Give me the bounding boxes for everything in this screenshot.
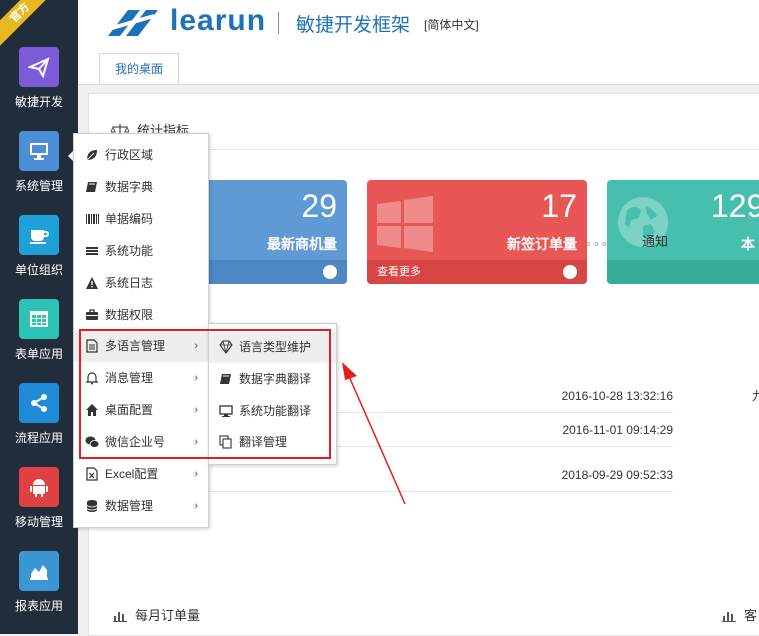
notice-title: 通知 — [642, 234, 669, 249]
logo-text: learun — [170, 4, 267, 37]
logo-divider — [278, 12, 279, 34]
database-icon — [86, 500, 98, 512]
menu-item-data-permission[interactable]: 数据权限 — [74, 300, 208, 331]
excel-icon — [86, 467, 98, 481]
paper-plane-icon — [19, 47, 59, 87]
list-trailing-text: 九 — [752, 389, 759, 403]
nav-item-agile-dev[interactable]: 敏捷开发 — [0, 47, 78, 110]
leaf-icon — [86, 150, 97, 161]
warning-icon — [86, 277, 98, 289]
menu-item-system-function[interactable]: 系统功能 — [74, 236, 208, 267]
official-badge: 官方 — [0, 0, 55, 48]
nav-label: 报表应用 — [14, 599, 63, 613]
tab-my-desktop[interactable]: 我的桌面 — [99, 53, 179, 84]
list-date: 2016-11-01 09:14:29 — [562, 423, 673, 437]
list-date: 2016-10-28 13:32:16 — [561, 389, 673, 403]
nav-item-organization[interactable]: 单位组织 — [0, 215, 78, 278]
menu-item-data-dictionary[interactable]: 数据字典 — [74, 172, 208, 203]
stat-label: 新签订单量 — [507, 236, 577, 252]
book-icon — [86, 182, 97, 192]
nav-item-workflow[interactable]: 流程应用 — [0, 383, 78, 446]
customer-section-title: 客 — [722, 605, 757, 624]
share-icon — [19, 383, 59, 423]
list-date: 2018-09-29 09:52:33 — [561, 468, 673, 482]
stat-card-orders: 17 新签订单量 查看更多 — [367, 180, 587, 284]
bar-chart-icon — [113, 612, 127, 622]
menu-item-region[interactable]: 行政区域 — [74, 140, 208, 171]
menu-item-label: 数据管理 — [105, 499, 154, 513]
nav-label: 单位组织 — [14, 263, 63, 277]
sidebar: 官方 敏捷开发 系统管理 单位组织 表单应用 流程应用 移动管理 报表应用 — [0, 0, 78, 634]
stat-footer[interactable]: 查看更多 — [367, 260, 587, 284]
chevron-right-icon: › — [194, 468, 198, 480]
menu-item-label: 系统功能 — [105, 244, 154, 258]
android-icon — [19, 467, 59, 507]
menu-item-label: Excel配置 — [105, 467, 159, 481]
stat-label: 本 — [741, 236, 755, 252]
stat-value: 29 — [301, 188, 337, 224]
header: learun 敏捷开发框架 [简体中文] — [78, 0, 759, 48]
arrow-circle-icon — [563, 265, 577, 279]
coffee-cup-icon — [19, 215, 59, 255]
stat-label: 最新商机量 — [267, 236, 337, 252]
view-more-link[interactable]: 查看更多 — [377, 266, 421, 278]
nav-label: 流程应用 — [14, 431, 63, 445]
customer-section-text: 客 — [744, 608, 758, 623]
menu-item-label: 数据权限 — [105, 308, 154, 322]
stat-value: 129 — [711, 188, 759, 224]
briefcase-icon — [86, 309, 98, 320]
menu-item-system-log[interactable]: 系统日志 — [74, 268, 208, 299]
menu-item-label: 系统日志 — [105, 276, 154, 290]
stat-footer[interactable] — [607, 260, 759, 284]
menu-item-label: 数据字典 — [105, 180, 154, 194]
nav-item-form-apps[interactable]: 表单应用 — [0, 299, 78, 362]
chevron-right-icon: › — [194, 500, 198, 512]
monthly-orders-title: 每月订单量 — [113, 605, 200, 624]
stat-card-third: 129 本 — [607, 180, 759, 284]
monitor-icon — [19, 131, 59, 171]
nav-item-mobile[interactable]: 移动管理 — [0, 467, 78, 530]
barcode-icon — [86, 214, 99, 224]
tab-bar: 我的桌面 — [78, 48, 759, 85]
notice-more-dots[interactable]: 。。。 — [586, 232, 616, 249]
highlight-box — [79, 329, 331, 459]
menu-item-excel-config[interactable]: Excel配置 › — [74, 459, 208, 490]
menu-item-data-management[interactable]: 数据管理 › — [74, 491, 208, 522]
menu-item-doc-code[interactable]: 单据编码 — [74, 204, 208, 235]
table-icon — [19, 299, 59, 339]
logo-icon — [108, 10, 158, 36]
nav-label: 系统管理 — [14, 179, 63, 193]
nav-label: 表单应用 — [14, 347, 63, 361]
menu-item-label: 行政区域 — [105, 148, 154, 162]
language-switch[interactable]: [简体中文] — [424, 16, 479, 33]
nav-label: 移动管理 — [14, 515, 63, 529]
menu-item-label: 单据编码 — [105, 212, 154, 226]
nav-item-reports[interactable]: 报表应用 — [0, 551, 78, 614]
windows-icon — [377, 196, 433, 252]
stat-value: 17 — [541, 188, 577, 224]
area-chart-icon — [19, 551, 59, 591]
nav-label: 敏捷开发 — [14, 95, 63, 109]
bar-chart-icon — [722, 612, 736, 622]
app-subtitle: 敏捷开发框架 — [296, 15, 411, 36]
arrow-circle-icon — [323, 265, 337, 279]
nav-item-system-admin[interactable]: 系统管理 — [0, 131, 78, 194]
list-icon — [86, 247, 98, 255]
monthly-orders-text: 每月订单量 — [135, 608, 201, 623]
annotation-arrow — [342, 362, 406, 505]
